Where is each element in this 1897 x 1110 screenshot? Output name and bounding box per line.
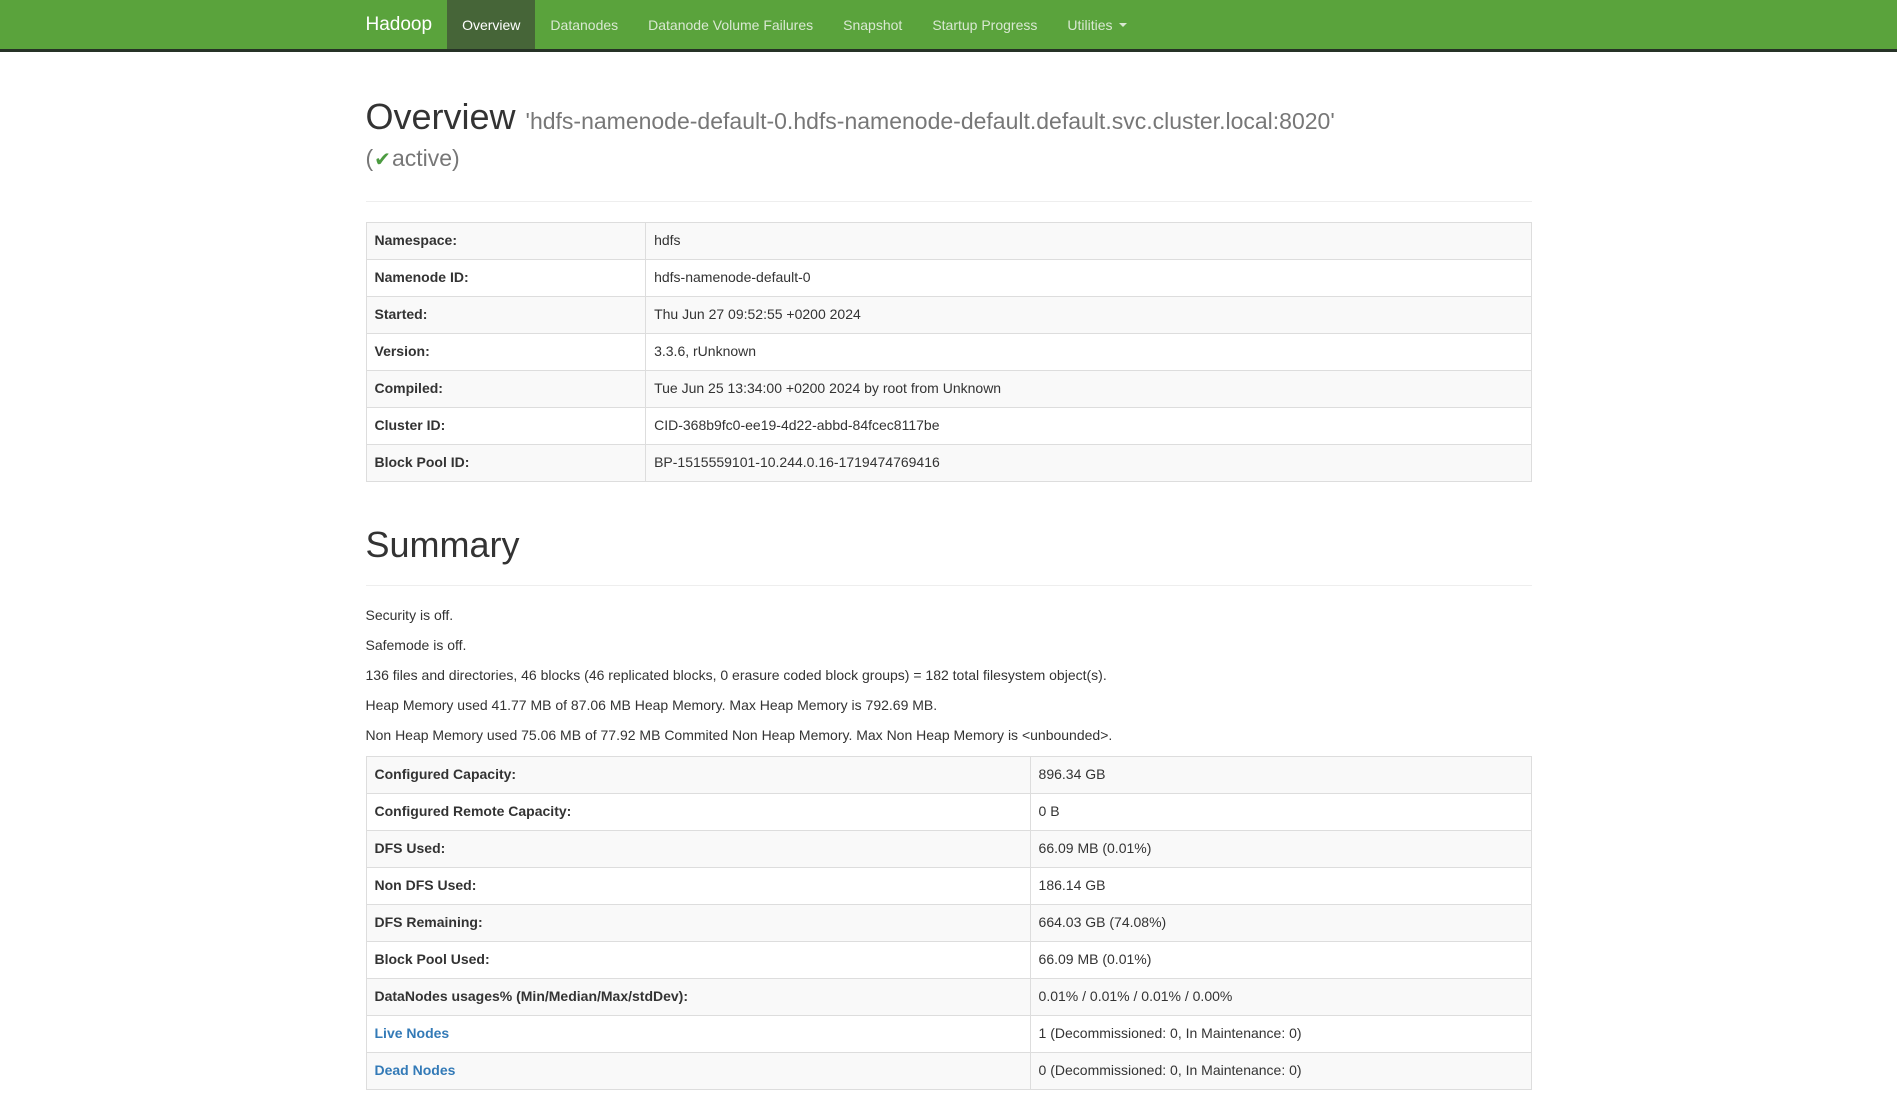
table-row: Live Nodes 1 (Decommissioned: 0, In Main… <box>366 1016 1531 1053</box>
row-value: 0 (Decommissioned: 0, In Maintenance: 0) <box>1030 1053 1531 1090</box>
safemode-status-text: Safemode is off. <box>366 636 1532 656</box>
security-status-text: Security is off. <box>366 606 1532 626</box>
row-label: Configured Remote Capacity: <box>366 794 1030 831</box>
summary-paragraphs: Security is off. Safemode is off. 136 fi… <box>366 606 1532 746</box>
summary-table: Configured Capacity: 896.34 GB Configure… <box>366 756 1532 1090</box>
summary-divider <box>366 585 1532 586</box>
nav-tab-datanode-volume-failures[interactable]: Datanode Volume Failures <box>633 0 828 49</box>
row-value: Tue Jun 25 13:34:00 +0200 2024 by root f… <box>646 371 1531 408</box>
row-value: CID-368b9fc0-ee19-4d22-abbd-84fcec8117be <box>646 408 1531 445</box>
overview-table: Namespace: hdfs Namenode ID: hdfs-nameno… <box>366 222 1532 482</box>
row-label: Version: <box>366 334 646 371</box>
nav-tab-overview[interactable]: Overview <box>447 0 535 49</box>
nav-tab-datanode-volume-failures-label: Datanode Volume Failures <box>648 17 813 33</box>
row-value: BP-1515559101-10.244.0.16-1719474769416 <box>646 444 1531 481</box>
page-title: Overview 'hdfs-namenode-default-0.hdfs-n… <box>366 96 1532 181</box>
filesystem-objects-text: 136 files and directories, 46 blocks (46… <box>366 666 1532 686</box>
row-label: Started: <box>366 297 646 334</box>
navbar-menu: Overview Datanodes Datanode Volume Failu… <box>447 0 1141 49</box>
caret-down-icon <box>1119 23 1127 27</box>
table-row: Version: 3.3.6, rUnknown <box>366 334 1531 371</box>
table-row: DataNodes usages% (Min/Median/Max/stdDev… <box>366 979 1531 1016</box>
row-label: Configured Capacity: <box>366 757 1030 794</box>
live-nodes-link[interactable]: Live Nodes <box>375 1025 450 1041</box>
row-value: 186.14 GB <box>1030 868 1531 905</box>
status-close-paren: ) <box>452 145 460 171</box>
heap-memory-text: Heap Memory used 41.77 MB of 87.06 MB He… <box>366 696 1532 716</box>
row-value: hdfs <box>646 223 1531 260</box>
summary-title: Summary <box>366 524 1532 565</box>
table-row: Cluster ID: CID-368b9fc0-ee19-4d22-abbd-… <box>366 408 1531 445</box>
row-label: Non DFS Used: <box>366 868 1030 905</box>
row-value: 3.3.6, rUnknown <box>646 334 1531 371</box>
nav-tab-overview-label: Overview <box>462 17 520 33</box>
row-label: DataNodes usages% (Min/Median/Max/stdDev… <box>366 979 1030 1016</box>
table-row: Dead Nodes 0 (Decommissioned: 0, In Main… <box>366 1053 1531 1090</box>
row-label: Compiled: <box>366 371 646 408</box>
row-value: Thu Jun 27 09:52:55 +0200 2024 <box>646 297 1531 334</box>
table-row: DFS Used: 66.09 MB (0.01%) <box>366 831 1531 868</box>
nav-tab-snapshot-label: Snapshot <box>843 17 902 33</box>
row-value: hdfs-namenode-default-0 <box>646 260 1531 297</box>
row-label: Dead Nodes <box>366 1053 1030 1090</box>
row-value: 1 (Decommissioned: 0, In Maintenance: 0) <box>1030 1016 1531 1053</box>
namenode-address-text: 'hdfs-namenode-default-0.hdfs-namenode-d… <box>526 108 1335 134</box>
row-label: Namenode ID: <box>366 260 646 297</box>
top-navbar: Hadoop Overview Datanodes Datanode Volum… <box>0 0 1897 52</box>
hadoop-brand-link[interactable]: Hadoop <box>366 0 448 49</box>
row-value: 664.03 GB (74.08%) <box>1030 905 1531 942</box>
table-row: Started: Thu Jun 27 09:52:55 +0200 2024 <box>366 297 1531 334</box>
table-row: Namenode ID: hdfs-namenode-default-0 <box>366 260 1531 297</box>
row-label: Block Pool Used: <box>366 942 1030 979</box>
row-value: 0 B <box>1030 794 1531 831</box>
row-label: Cluster ID: <box>366 408 646 445</box>
row-label: Live Nodes <box>366 1016 1030 1053</box>
dead-nodes-link[interactable]: Dead Nodes <box>375 1062 456 1078</box>
row-value: 66.09 MB (0.01%) <box>1030 942 1531 979</box>
check-icon: ✔ <box>373 149 392 171</box>
row-label: Block Pool ID: <box>366 444 646 481</box>
title-divider <box>366 201 1532 202</box>
namenode-address: 'hdfs-namenode-default-0.hdfs-namenode-d… <box>526 108 1335 134</box>
row-label: DFS Used: <box>366 831 1030 868</box>
table-row: Compiled: Tue Jun 25 13:34:00 +0200 2024… <box>366 371 1531 408</box>
status-label: active <box>392 145 452 171</box>
table-row: Namespace: hdfs <box>366 223 1531 260</box>
row-label: DFS Remaining: <box>366 905 1030 942</box>
table-row: Configured Remote Capacity: 0 B <box>366 794 1531 831</box>
non-heap-memory-text: Non Heap Memory used 75.06 MB of 77.92 M… <box>366 726 1532 746</box>
table-row: Block Pool ID: BP-1515559101-10.244.0.16… <box>366 444 1531 481</box>
nav-tab-startup-progress-label: Startup Progress <box>932 17 1037 33</box>
nav-dropdown-utilities-label: Utilities <box>1067 17 1112 33</box>
table-row: Non DFS Used: 186.14 GB <box>366 868 1531 905</box>
page-title-text: Overview <box>366 96 516 137</box>
namenode-state: (✔active) <box>366 137 1532 181</box>
main-content: Overview 'hdfs-namenode-default-0.hdfs-n… <box>351 96 1547 1090</box>
nav-tab-snapshot[interactable]: Snapshot <box>828 0 917 49</box>
row-value: 896.34 GB <box>1030 757 1531 794</box>
row-label: Namespace: <box>366 223 646 260</box>
nav-tab-datanodes[interactable]: Datanodes <box>535 0 633 49</box>
row-value: 0.01% / 0.01% / 0.01% / 0.00% <box>1030 979 1531 1016</box>
row-value: 66.09 MB (0.01%) <box>1030 831 1531 868</box>
nav-tab-datanodes-label: Datanodes <box>550 17 618 33</box>
nav-tab-startup-progress[interactable]: Startup Progress <box>917 0 1052 49</box>
table-row: Block Pool Used: 66.09 MB (0.01%) <box>366 942 1531 979</box>
table-row: DFS Remaining: 664.03 GB (74.08%) <box>366 905 1531 942</box>
navbar-container: Hadoop Overview Datanodes Datanode Volum… <box>351 0 1547 49</box>
nav-dropdown-utilities[interactable]: Utilities <box>1052 0 1141 49</box>
table-row: Configured Capacity: 896.34 GB <box>366 757 1531 794</box>
